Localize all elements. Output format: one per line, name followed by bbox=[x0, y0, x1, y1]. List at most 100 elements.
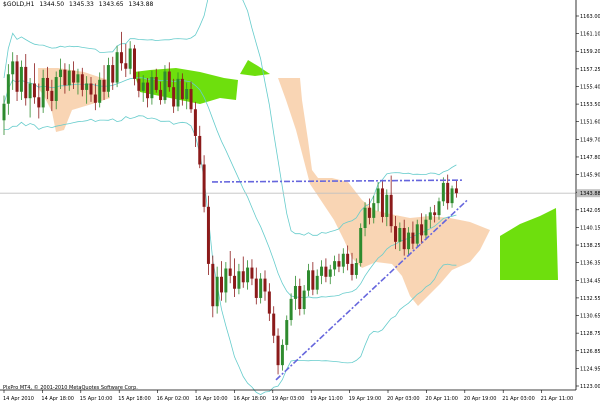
price-tick-label: 1126.85 bbox=[580, 349, 600, 355]
candle bbox=[28, 77, 32, 118]
time-tick-label: 14 Apr 18:00 bbox=[41, 396, 74, 402]
candle-body bbox=[215, 276, 219, 307]
price-tick-label: 1151.60 bbox=[580, 120, 600, 126]
candle-body bbox=[72, 70, 76, 83]
candle bbox=[450, 185, 454, 208]
candle-body bbox=[137, 78, 141, 91]
candle bbox=[272, 306, 276, 344]
candle-body bbox=[185, 89, 189, 100]
candle-body bbox=[385, 194, 389, 217]
candle-body bbox=[263, 278, 267, 292]
candle-body bbox=[389, 194, 393, 227]
candle-body bbox=[411, 232, 415, 244]
price-tick-label: 1153.50 bbox=[580, 102, 600, 108]
candle-body bbox=[106, 65, 110, 92]
candle-body bbox=[102, 79, 106, 92]
candle-body bbox=[63, 69, 67, 86]
candle bbox=[19, 60, 23, 101]
candle-body bbox=[15, 61, 19, 92]
candle bbox=[437, 197, 441, 220]
candle-body bbox=[98, 79, 102, 103]
price-tick-label: 1124.95 bbox=[580, 366, 600, 372]
price-tick-label: 1134.45 bbox=[580, 278, 600, 284]
price-tick-label: 1147.80 bbox=[580, 155, 600, 161]
candle-body bbox=[202, 164, 206, 207]
candle-body bbox=[446, 182, 450, 204]
candle bbox=[267, 283, 271, 321]
candle bbox=[389, 175, 393, 233]
candle-body bbox=[11, 61, 15, 75]
candle-body bbox=[272, 313, 276, 336]
candle-body bbox=[93, 94, 97, 103]
candle bbox=[119, 31, 123, 71]
candle bbox=[333, 255, 337, 276]
candle bbox=[341, 248, 345, 274]
candle bbox=[106, 57, 110, 98]
candle-body bbox=[433, 212, 437, 216]
time-tick-label: 15 Apr 18:00 bbox=[118, 396, 151, 402]
resistance-line bbox=[211, 179, 463, 183]
candle-body bbox=[6, 74, 10, 104]
candle bbox=[115, 45, 119, 88]
candle bbox=[202, 155, 206, 213]
candle-body bbox=[341, 253, 345, 267]
candle-body bbox=[372, 203, 376, 218]
candle bbox=[293, 275, 297, 310]
candle-body bbox=[420, 224, 424, 236]
candle-body bbox=[163, 71, 167, 101]
price-tick-label: 1138.25 bbox=[580, 243, 600, 249]
time-tick-label: 16 Apr 18:00 bbox=[233, 396, 266, 402]
current-price-label: 1343.88 bbox=[580, 191, 600, 197]
candle bbox=[315, 269, 319, 295]
time-tick-label: 14 Apr 2010 bbox=[3, 396, 34, 402]
candle-body bbox=[376, 188, 380, 204]
candle bbox=[380, 181, 384, 223]
candle-body bbox=[85, 83, 89, 90]
axes: 1163.00 1161.10 1159.20 1157.25 1155.40 1153.… bbox=[0, 0, 600, 402]
candle-body bbox=[124, 63, 128, 69]
candle bbox=[133, 44, 136, 86]
candle-body bbox=[450, 188, 454, 204]
candle-body bbox=[250, 267, 254, 279]
candle-body bbox=[363, 207, 367, 228]
candle-body bbox=[328, 269, 332, 277]
cloud-area bbox=[500, 208, 558, 280]
chart-window[interactable]: $GOLD,H1 1344.50 1345.33 1343.65 1343.88… bbox=[0, 0, 600, 404]
candle-body bbox=[2, 103, 6, 121]
candle-body bbox=[89, 83, 93, 95]
candle-body bbox=[111, 65, 115, 83]
candle-body bbox=[80, 74, 84, 90]
candle-body bbox=[189, 89, 193, 110]
candle-body bbox=[46, 77, 49, 91]
candle-body bbox=[237, 271, 241, 289]
price-tick-label: 1123.00 bbox=[580, 384, 600, 390]
price-chart[interactable]: 1163.00 1161.10 1159.20 1157.25 1155.40 1153.… bbox=[0, 0, 600, 404]
candle-body bbox=[206, 206, 210, 264]
candle-body bbox=[59, 69, 63, 78]
candle bbox=[15, 54, 19, 101]
price-tick-label: 1159.20 bbox=[580, 49, 600, 55]
candle bbox=[228, 251, 232, 284]
candle-body bbox=[407, 232, 411, 250]
candle-body bbox=[280, 344, 284, 366]
candle-body bbox=[394, 226, 397, 242]
candle-body bbox=[19, 66, 23, 92]
candle bbox=[215, 266, 219, 314]
price-tick-label: 1145.90 bbox=[580, 173, 600, 179]
candle bbox=[307, 263, 310, 297]
candle-body bbox=[350, 263, 354, 275]
candle bbox=[311, 262, 315, 296]
candle-body bbox=[50, 90, 54, 101]
candle-body bbox=[302, 290, 306, 309]
candle-body bbox=[246, 267, 250, 283]
candle-body bbox=[285, 320, 289, 345]
time-tick-label: 21 Apr 11:00 bbox=[541, 396, 574, 402]
candle bbox=[324, 258, 328, 283]
candle bbox=[128, 41, 132, 75]
candle-body bbox=[193, 109, 197, 136]
candle-body bbox=[146, 82, 150, 99]
time-tick-label: 20 Apr 03:00 bbox=[387, 396, 420, 402]
candle-body bbox=[359, 227, 363, 263]
price-tick-label: 1163.00 bbox=[580, 14, 600, 20]
candle-body bbox=[128, 48, 132, 69]
